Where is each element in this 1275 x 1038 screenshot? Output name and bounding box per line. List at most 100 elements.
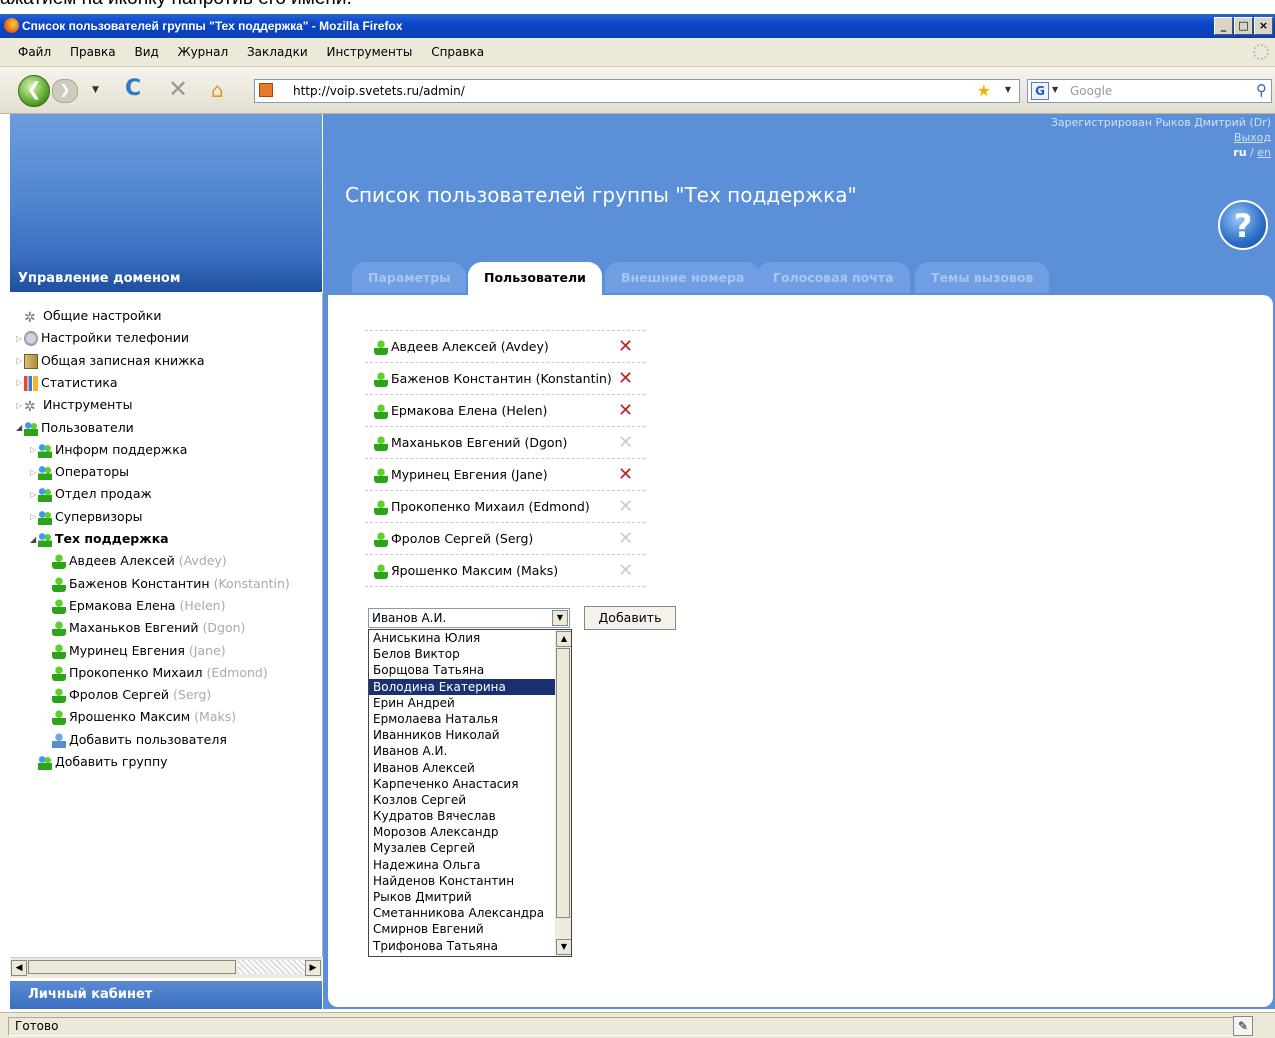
lang-en-link[interactable]: en	[1257, 146, 1271, 159]
bookmark-star-icon[interactable]: ★	[977, 80, 991, 102]
history-dropdown-icon[interactable]: ▼	[92, 85, 99, 95]
dropdown-option[interactable]: Иванов Алексей	[369, 760, 571, 776]
expand-icon[interactable]: ▷	[16, 374, 24, 392]
home-icon[interactable]: ⌂	[211, 78, 224, 102]
tree-item[interactable]: ◢ Тех поддержка	[30, 530, 169, 549]
dropdown-option[interactable]: Музалев Сергей	[369, 840, 571, 856]
expand-icon[interactable]: ▷	[30, 441, 38, 459]
status-pencil-icon[interactable]: ✎	[1233, 1016, 1253, 1036]
tree-item[interactable]: ▷ ✲ Инструменты	[16, 396, 132, 415]
expand-icon[interactable]: ▷	[30, 508, 38, 526]
menu-history[interactable]: Журнал	[178, 38, 229, 66]
menu-edit[interactable]: Правка	[70, 38, 116, 66]
stop-icon[interactable]: ✕	[168, 75, 188, 103]
add-button[interactable]: Добавить	[584, 606, 676, 630]
dropdown-option[interactable]: Смирнов Евгений	[369, 921, 571, 937]
dropdown-option[interactable]: Сметанникова Александра	[369, 905, 571, 921]
collapse-icon[interactable]: ◢	[16, 419, 24, 437]
dropdown-option[interactable]: Найденов Константин	[369, 873, 571, 889]
dropdown-option[interactable]: Надежина Ольга	[369, 857, 571, 873]
tree-item[interactable]: Ермакова Елена (Helen)	[52, 597, 225, 615]
scroll-left-icon[interactable]: ◀	[11, 960, 27, 976]
scroll-up-icon[interactable]: ▲	[556, 631, 571, 647]
delete-icon[interactable]: ✕	[618, 523, 633, 554]
dropdown-option[interactable]: Морозов Александр	[369, 824, 571, 840]
menu-view[interactable]: Вид	[134, 38, 158, 66]
address-text[interactable]: http://voip.svetets.ru/admin/	[293, 80, 465, 102]
scroll-right-icon[interactable]: ▶	[305, 960, 321, 976]
horizontal-scrollbar[interactable]: ◀ ▶	[10, 957, 322, 978]
delete-icon[interactable]: ✕	[618, 331, 633, 362]
tab-external-numbers[interactable]: Внешние номера	[605, 262, 761, 293]
search-engine-dropdown-icon[interactable]: ▼	[1052, 85, 1058, 94]
back-button[interactable]: ❮	[18, 75, 50, 107]
help-icon[interactable]: ?	[1218, 200, 1268, 250]
dropdown-option[interactable]: Кудратов Вячеслав	[369, 808, 571, 824]
search-icon[interactable]: ⚲	[1256, 81, 1267, 99]
tree-item[interactable]: ▷ Операторы	[30, 463, 129, 482]
dropdown-scrollbar[interactable]: ▲ ▼	[555, 630, 571, 956]
personal-cabinet-link[interactable]: Личный кабинет	[10, 981, 322, 1009]
tree-item[interactable]: Авдеев Алексей (Avdey)	[52, 552, 227, 570]
user-select[interactable]: Иванов А.И. ▼	[368, 608, 570, 628]
close-button[interactable]: ×	[1254, 17, 1273, 35]
delete-icon[interactable]: ✕	[618, 555, 633, 586]
tree-item[interactable]: ▷ Настройки телефонии	[16, 329, 189, 348]
tree-item[interactable]: ▷ Супервизоры	[30, 508, 143, 527]
tree-item[interactable]: ▷ Статистика	[16, 374, 118, 393]
tree-item[interactable]: ▷ Информ поддержка	[30, 441, 187, 460]
minimize-button[interactable]: _	[1214, 17, 1233, 35]
delete-icon[interactable]: ✕	[618, 491, 633, 522]
tree-item[interactable]: Баженов Константин (Konstantin)	[52, 575, 290, 593]
dropdown-option[interactable]: Аниськина Юлия	[369, 630, 571, 646]
logout-link[interactable]: Выход	[1051, 130, 1271, 145]
tree-item[interactable]: ▷ Отдел продаж	[30, 485, 152, 504]
menu-help[interactable]: Справка	[431, 38, 484, 66]
scroll-track[interactable]	[238, 960, 308, 974]
scroll-down-icon[interactable]: ▼	[556, 939, 571, 955]
user-select-dropdown[interactable]: Аниськина Юлия Белов Виктор Борщова Татьян…	[368, 629, 572, 957]
lang-ru-link[interactable]: ru	[1233, 146, 1246, 159]
menu-bookmarks[interactable]: Закладки	[247, 38, 308, 66]
maximize-button[interactable]: □	[1234, 17, 1253, 35]
expand-icon[interactable]: ▷	[30, 486, 38, 504]
expand-icon[interactable]: ▷	[16, 352, 24, 370]
tree-item[interactable]: ✲ Общие настройки	[16, 307, 161, 326]
dropdown-option[interactable]: Козлов Сергей	[369, 792, 571, 808]
tree-item[interactable]: Маханьков Евгений (Dgon)	[52, 619, 245, 637]
tree-item[interactable]: Муринец Евгения (Jane)	[52, 642, 226, 660]
expand-icon[interactable]: ▷	[30, 464, 38, 482]
dropdown-option[interactable]: Ермолаева Наталья	[369, 711, 571, 727]
address-dropdown-icon[interactable]: ▼	[1005, 85, 1011, 94]
reload-icon[interactable]: C	[125, 76, 141, 101]
tab-voicemail[interactable]: Голосовая почта	[757, 262, 910, 293]
tab-call-topics[interactable]: Темы вызовов	[915, 262, 1050, 293]
search-input[interactable]: Google	[1070, 80, 1112, 102]
tree-item[interactable]: ◢ Пользователи	[16, 419, 134, 438]
tab-users[interactable]: Пользователи	[468, 262, 602, 295]
google-icon[interactable]: G	[1031, 82, 1049, 100]
dropdown-scroll-thumb[interactable]	[556, 648, 570, 918]
menu-file[interactable]: Файл	[18, 38, 51, 66]
delete-icon[interactable]: ✕	[618, 395, 633, 426]
delete-icon[interactable]: ✕	[618, 363, 633, 394]
tree-item[interactable]: Фролов Сергей (Serg)	[52, 686, 211, 704]
delete-icon[interactable]: ✕	[618, 459, 633, 490]
tree-item[interactable]: Прокопенко Михаил (Edmond)	[52, 664, 268, 682]
menu-tools[interactable]: Инструменты	[326, 38, 412, 66]
forward-button[interactable]: ❯	[52, 79, 78, 103]
dropdown-option[interactable]: Ерин Андрей	[369, 695, 571, 711]
chevron-down-icon[interactable]: ▼	[552, 610, 568, 626]
tree-item[interactable]: Добавить группу	[38, 753, 168, 771]
expand-icon[interactable]: ▷	[16, 397, 24, 415]
address-bar[interactable]: http://voip.svetets.ru/admin/ ★ ▼	[254, 79, 1020, 103]
collapse-icon[interactable]: ◢	[30, 531, 38, 549]
dropdown-option[interactable]: Трифонова Татьяна	[369, 938, 571, 954]
expand-icon[interactable]: ▷	[16, 330, 24, 348]
dropdown-option[interactable]: Карпеченко Анастасия	[369, 776, 571, 792]
tree-item[interactable]: Ярошенко Максим (Maks)	[52, 708, 236, 726]
dropdown-option[interactable]: Володина Екатерина	[369, 678, 571, 695]
dropdown-option[interactable]: Рыков Дмитрий	[369, 889, 571, 905]
tab-parameters[interactable]: Параметры	[352, 262, 467, 293]
tree-item[interactable]: ▷ Общая записная книжка	[16, 352, 205, 371]
